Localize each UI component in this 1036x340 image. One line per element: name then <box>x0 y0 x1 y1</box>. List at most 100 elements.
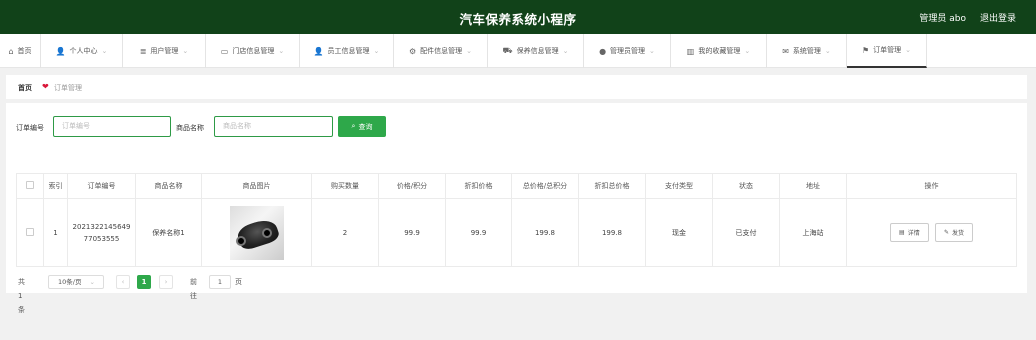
goto-label: 前往 <box>190 278 197 300</box>
nav-item-label: 我的收藏管理 <box>698 47 741 55</box>
edit-icon: ✎ <box>943 229 949 236</box>
bar-chart-icon: ▥ <box>686 46 695 56</box>
order-number-label: 订单编号 <box>16 124 44 132</box>
heart-icon: ❤ <box>42 82 49 91</box>
cell-status: 已支付 <box>712 198 780 267</box>
person-icon: 👤 <box>313 46 324 56</box>
detail-button[interactable]: ▤ 详情 <box>890 223 929 242</box>
prev-page-button[interactable]: ‹ <box>116 275 130 289</box>
orders-table: 索引 订单编号 商品名称 商品图片 购买数量 价格/积分 折扣价格 总价格/总积… <box>16 173 1017 267</box>
chevron-down-icon: ⌄ <box>744 47 751 55</box>
row-checkbox[interactable] <box>16 198 44 267</box>
chevron-down-icon: ⌄ <box>562 47 569 55</box>
nav-item-label: 配件信息管理 <box>420 47 463 55</box>
search-button-label: 查询 <box>358 122 373 131</box>
detail-button-label: 详情 <box>907 230 920 237</box>
nav-item-label: 门店信息管理 <box>232 47 275 55</box>
nav-item-favorites-management[interactable]: ▥ 我的收藏管理 ⌄ <box>671 34 767 68</box>
home-icon: ⌂ <box>8 46 14 56</box>
nav-item-label: 首页 <box>17 47 32 55</box>
col-header: 操作 <box>846 173 1017 199</box>
breadcrumb-home[interactable]: 首页 <box>18 83 32 93</box>
page-size-select[interactable]: 10条/页 ⌄ <box>48 275 104 289</box>
nav-item-label: 管理员管理 <box>610 47 646 55</box>
list-icon: ≣ <box>139 46 147 56</box>
order-number-input[interactable]: 订单编号 <box>53 116 171 137</box>
nav-item-parts-management[interactable]: ⚙ 配件信息管理 ⌄ <box>394 34 488 68</box>
admin-label: 管理员 abo <box>919 14 966 24</box>
col-header: 商品名称 <box>135 173 202 199</box>
nav-item-staff-management[interactable]: 👤 员工信息管理 ⌄ <box>300 34 394 68</box>
nav-item-label: 用户管理 <box>150 47 179 55</box>
detail-icon: ▤ <box>899 229 905 236</box>
cell-total: 199.8 <box>511 198 579 267</box>
cell-discount-total: 199.8 <box>578 198 646 267</box>
cell-product-name: 保养名称1 <box>135 198 202 267</box>
col-header: 购买数量 <box>311 173 379 199</box>
chevron-down-icon: ⌄ <box>905 46 912 54</box>
order-number-text: 202132214564977053555 <box>72 222 131 243</box>
product-name-input[interactable]: 商品名称 <box>214 116 333 137</box>
nav-item-label: 员工信息管理 <box>327 47 370 55</box>
ship-button-label: 发货 <box>951 230 964 237</box>
location-icon: ● <box>599 46 607 56</box>
nav-item-store-management[interactable]: ▭ 门店信息管理 ⌄ <box>206 34 300 68</box>
table-header-row: 索引 订单编号 商品名称 商品图片 购买数量 价格/积分 折扣价格 总价格/总积… <box>16 173 1017 199</box>
col-header: 折扣总价格 <box>578 173 646 199</box>
search-icon: ⌕ <box>351 122 356 130</box>
top-header: 汽车保养系统小程序 管理员 abo 退出登录 <box>0 0 1036 34</box>
card-icon: ▭ <box>220 46 229 56</box>
col-header: 索引 <box>43 173 68 199</box>
cell-quantity: 2 <box>311 198 379 267</box>
ship-button[interactable]: ✎ 发货 <box>934 223 973 242</box>
user-icon: 👤 <box>55 46 66 56</box>
main-nav: ⌂ 首页 👤 个人中心 ⌄ ≣ 用户管理 ⌄ ▭ 门店信息管理 ⌄ 👤 员工信息… <box>0 34 1036 68</box>
nav-item-label: 保养信息管理 <box>516 47 559 55</box>
current-page-button[interactable]: 1 <box>137 275 151 289</box>
col-header: 状态 <box>712 173 780 199</box>
cell-discount-price: 99.9 <box>445 198 512 267</box>
nav-item-personal-center[interactable]: 👤 个人中心 ⌄ <box>41 34 123 68</box>
chevron-down-icon: ⌄ <box>182 47 189 55</box>
chevron-down-icon: ⌄ <box>278 47 285 55</box>
col-header: 支付类型 <box>645 173 713 199</box>
nav-item-user-management[interactable]: ≣ 用户管理 ⌄ <box>123 34 206 68</box>
chevron-down-icon: ⌄ <box>824 47 831 55</box>
mail-icon: ✉ <box>782 46 789 56</box>
col-header: 价格/积分 <box>378 173 446 199</box>
cell-product-image <box>201 198 312 267</box>
app-title: 汽车保养系统小程序 <box>459 12 577 27</box>
chevron-down-icon: ⌄ <box>373 47 380 55</box>
next-page-button[interactable]: › <box>159 275 173 289</box>
black-car-image <box>229 205 284 260</box>
cell-price: 99.9 <box>378 198 446 267</box>
page-size-value: 10条/页 <box>58 278 82 286</box>
nav-item-label: 个人中心 <box>69 47 98 55</box>
total-count: 共 1 条 <box>18 278 25 314</box>
select-all-checkbox[interactable] <box>16 173 44 199</box>
col-header: 折扣价格 <box>445 173 512 199</box>
col-header: 总价格/总积分 <box>511 173 579 199</box>
page-unit-label: 页 <box>235 278 242 286</box>
nav-item-order-management[interactable]: ⚑ 订单管理 ⌄ <box>847 34 927 68</box>
chevron-down-icon: ⌄ <box>649 47 655 55</box>
cell-order-number: 202132214564977053555 <box>67 198 136 267</box>
search-button[interactable]: ⌕ 查询 <box>338 116 386 137</box>
nav-item-admin-management[interactable]: ● 管理员管理 ⌄ <box>584 34 671 68</box>
nav-item-maintenance-management[interactable]: ⛟ 保养信息管理 ⌄ <box>488 34 584 68</box>
product-name-label: 商品名称 <box>176 124 204 132</box>
nav-item-label: 系统管理 <box>792 47 821 55</box>
col-header: 订单编号 <box>67 173 136 199</box>
nav-item-home[interactable]: ⌂ 首页 <box>0 34 41 68</box>
table-row: 1 202132214564977053555 保养名称1 2 99.9 99.… <box>16 198 1017 267</box>
logout-link[interactable]: 退出登录 <box>980 11 1016 24</box>
cell-address: 上海站 <box>779 198 847 267</box>
goto-page-input[interactable]: 1 <box>209 275 231 289</box>
breadcrumb: 首页 ❤ 订单管理 <box>6 75 1027 99</box>
nav-item-system-management[interactable]: ✉ 系统管理 ⌄ <box>767 34 847 68</box>
breadcrumb-current: 订单管理 <box>54 84 82 92</box>
wrench-icon: ⚙ <box>408 46 417 56</box>
flag-icon: ⚑ <box>861 45 870 55</box>
chevron-down-icon: ⌄ <box>466 47 473 55</box>
car-icon: ⛟ <box>502 46 513 55</box>
